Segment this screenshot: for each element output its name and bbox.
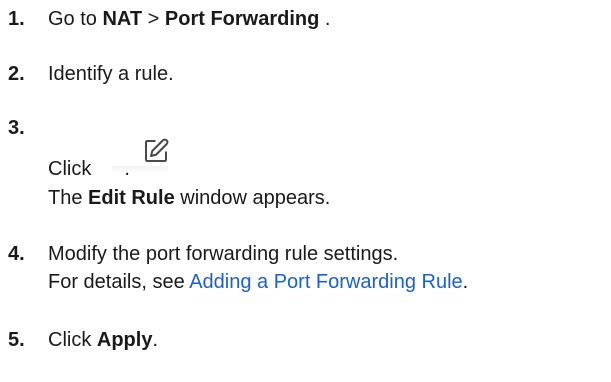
step-text: Modify the port forwarding rule settings…: [48, 243, 399, 265]
step-text-part: window appears.: [174, 187, 331, 209]
step-text: Click.: [48, 156, 611, 183]
step-text-part: .: [462, 271, 469, 293]
step-text: Go to NAT > Port Forwarding .: [48, 6, 611, 33]
menu-port-forwarding: Port Forwarding: [164, 8, 320, 30]
apply-button-name: Apply: [96, 329, 153, 351]
adding-port-forwarding-rule-link[interactable]: Adding a Port Forwarding Rule: [189, 271, 462, 293]
step-number: 1.: [8, 8, 25, 30]
step-text: Click Apply.: [48, 327, 611, 354]
step-number: 5.: [8, 329, 25, 351]
step-number: 2.: [8, 63, 25, 85]
edit-rule-window-name: Edit Rule: [88, 187, 175, 209]
procedure-steps: 1. Go to NAT > Port Forwarding . 2. Iden…: [0, 0, 611, 382]
step-details-text: For details, see Adding a Port Forwardin…: [48, 269, 611, 296]
step-number: 4.: [8, 243, 25, 265]
step-text-end: .: [152, 329, 159, 351]
step-text-part: The: [48, 187, 89, 209]
step-text-end: .: [319, 8, 331, 30]
breadcrumb-separator: >: [142, 8, 165, 30]
step-text: Identify a rule.: [48, 63, 174, 85]
step-text-part: For details, see: [48, 271, 190, 293]
step-text-part: Click: [48, 329, 97, 351]
step-text-end: .: [124, 158, 130, 180]
menu-nat: NAT: [102, 8, 143, 30]
step-result-text: The Edit Rule window appears.: [48, 185, 611, 212]
step-text-part: Click: [48, 158, 92, 180]
step-text-part: Go to: [48, 8, 103, 30]
